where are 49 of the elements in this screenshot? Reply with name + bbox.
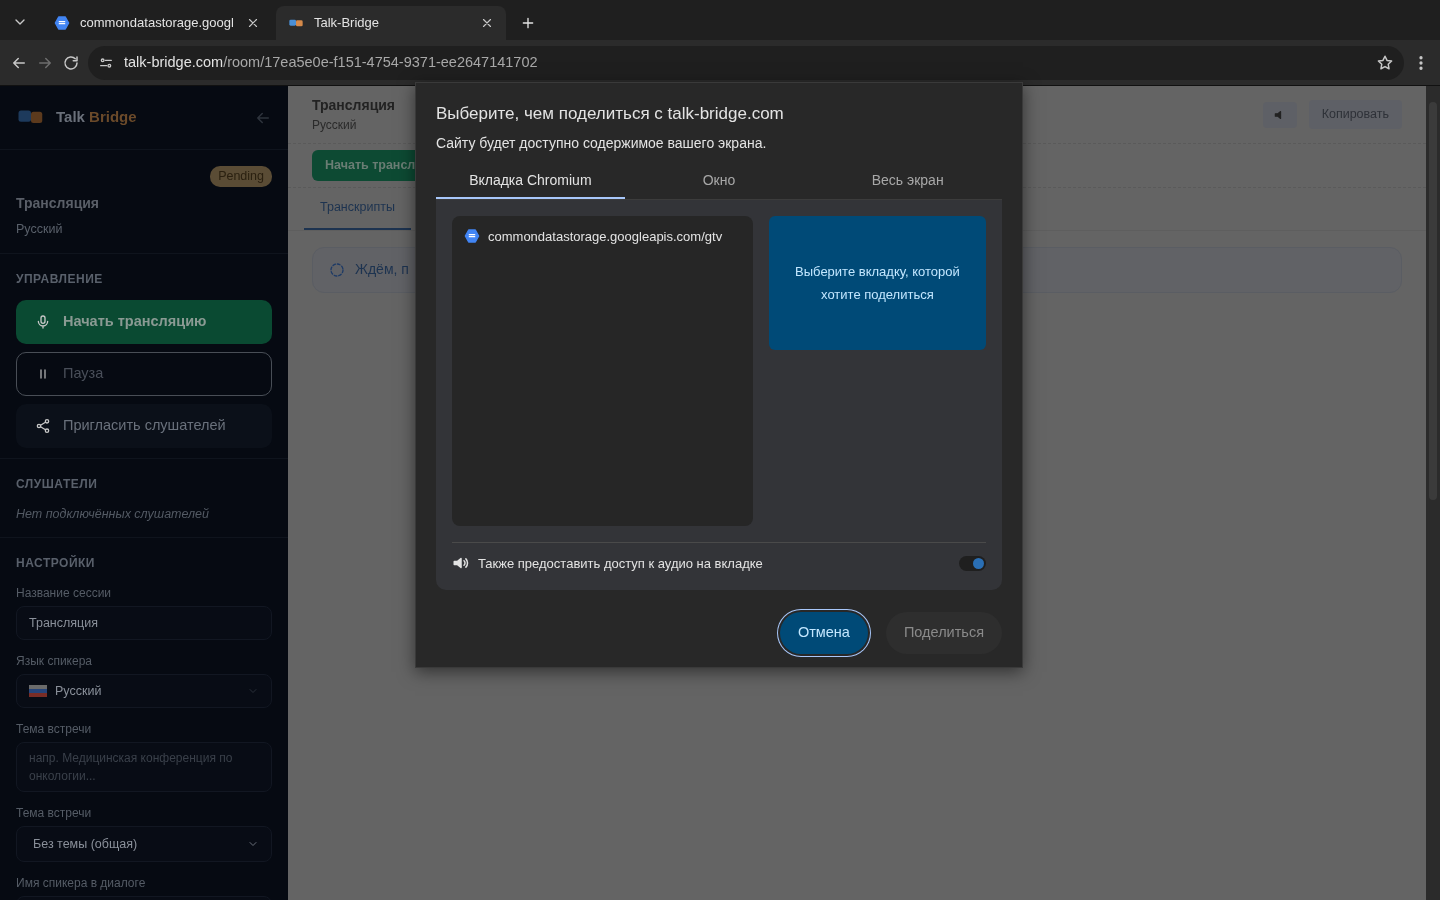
scrollbar[interactable] bbox=[1426, 86, 1440, 900]
close-icon[interactable] bbox=[246, 16, 260, 30]
preview-hint: Выберите вкладку, которой хотите поделиться bbox=[768, 215, 986, 350]
field-label: Язык спикера bbox=[16, 653, 93, 671]
address-bar[interactable]: talk-bridge.com/room/17ea5e0e-f151-4754-9371-ee2647141702 bbox=[88, 45, 1404, 80]
browser-tab[interactable]: commondatastorage.googl bbox=[42, 6, 272, 40]
tab-title: commondatastorage.googl bbox=[80, 14, 235, 33]
tab-list-item[interactable]: commondatastorage.googleapis.com/gtv bbox=[464, 225, 741, 247]
audio-button[interactable] bbox=[1262, 101, 1297, 128]
new-tab-icon[interactable] bbox=[520, 15, 536, 31]
topic-select[interactable]: Без темы (общая) bbox=[16, 826, 272, 863]
page-title: Трансляция bbox=[312, 96, 396, 115]
share-source-tab[interactable]: Вкладка Chromium bbox=[436, 163, 625, 199]
field-label: Название сессии bbox=[16, 585, 113, 603]
audio-share-label: Также предоставить доступ к аудио на вкладке bbox=[478, 554, 764, 573]
dialog-title: Выберите, чем поделиться с talk-bridge.com bbox=[436, 103, 785, 125]
empty-listeners-text: Нет подключённых слушателей bbox=[16, 505, 210, 523]
field-label: Имя спикера в диалоге bbox=[16, 875, 147, 893]
spinner-icon bbox=[329, 261, 345, 278]
url-text: talk-bridge.com/room/17ea5e0e-f151-4754-9371-ee2647141702 bbox=[124, 52, 538, 72]
start-broadcast-button[interactable]: Начать трансляцию bbox=[16, 299, 272, 344]
invite-button[interactable]: Пригласить слушателей bbox=[16, 403, 272, 448]
brand-name: Talk Bridge bbox=[56, 107, 138, 128]
share-icon bbox=[35, 417, 51, 434]
reload-icon[interactable] bbox=[62, 53, 80, 72]
russian-flag-icon bbox=[29, 685, 47, 698]
microphone-icon bbox=[35, 313, 51, 330]
text-field[interactable]: Трансляция bbox=[16, 606, 272, 641]
section-heading: УПРАВЛЕНИЕ bbox=[16, 270, 104, 288]
cancel-button[interactable]: Отмена bbox=[779, 611, 868, 654]
language-select[interactable]: Русский bbox=[16, 674, 272, 709]
field-label: Тема встречи bbox=[16, 721, 93, 739]
page-subtitle: Русский bbox=[312, 117, 358, 134]
share-source-tab[interactable]: Весь экран bbox=[813, 163, 1002, 199]
section-heading: СЛУШАТЕЛИ bbox=[16, 475, 99, 493]
document-favicon-icon bbox=[464, 228, 480, 245]
bookmark-star-icon[interactable] bbox=[1376, 53, 1394, 72]
audio-toggle[interactable] bbox=[959, 555, 986, 571]
share-source-tab[interactable]: Окно bbox=[624, 163, 814, 199]
tab-title: Talk-Bridge bbox=[314, 14, 381, 33]
close-icon[interactable] bbox=[480, 16, 494, 30]
field-value: Русский bbox=[55, 682, 103, 700]
section-heading: НАСТРОЙКИ bbox=[16, 554, 96, 573]
browser-tab[interactable]: Talk-Bridge bbox=[276, 6, 506, 40]
session-title: Трансляция bbox=[16, 193, 101, 213]
waiting-text: Ждём, п bbox=[355, 260, 409, 280]
field-label: Тема встречи bbox=[16, 805, 93, 823]
dialog-subtitle: Сайту будет доступно содержимое вашего экрана. bbox=[436, 133, 768, 153]
document-favicon-icon bbox=[54, 15, 70, 31]
